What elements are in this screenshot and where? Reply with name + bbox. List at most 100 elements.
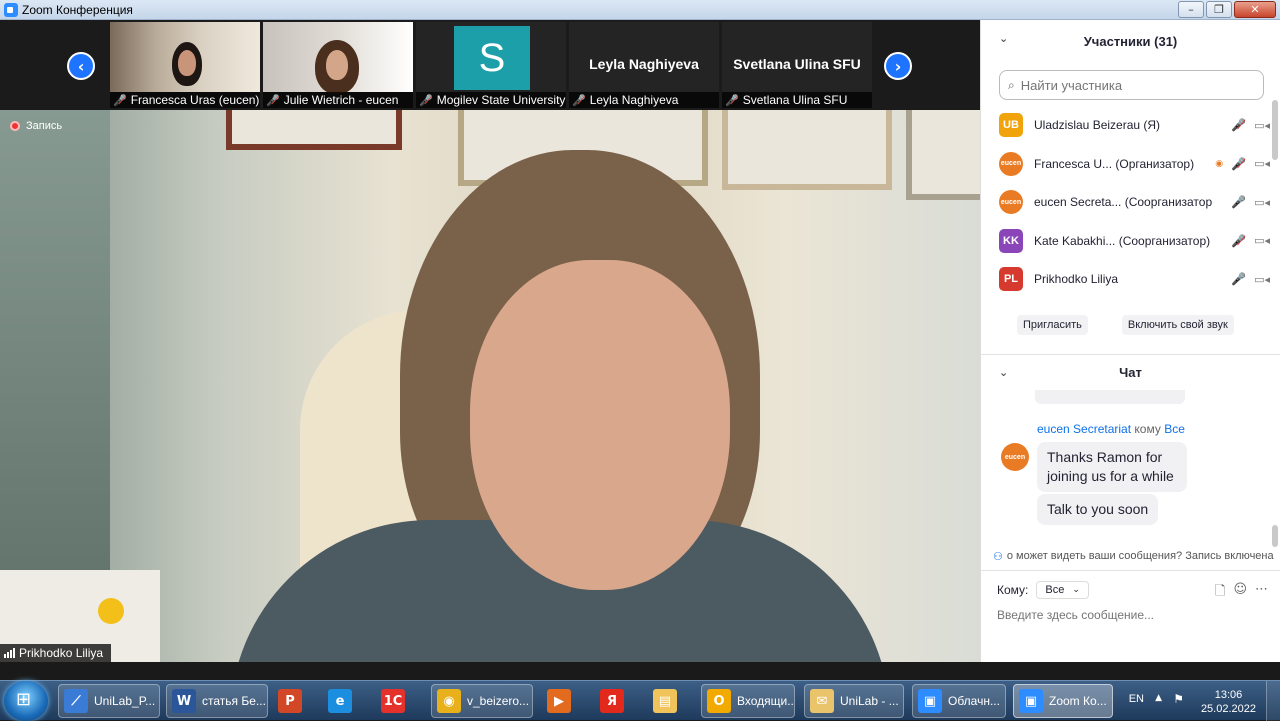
mic-icon[interactable]: 🎤 — [1231, 195, 1246, 209]
taskbar-cloud-button[interactable]: ▣ Облачн... — [912, 684, 1006, 718]
background-frame — [906, 110, 980, 200]
tray-expand-icon[interactable]: ▲ — [1155, 693, 1162, 703]
participant-actions: Пригласить Включить свой звук — [1017, 315, 1234, 335]
start-button[interactable] — [4, 681, 48, 721]
emoji-icon[interactable]: ☺ — [1233, 582, 1247, 604]
video-thumb-francesca[interactable]: 🎤̸ Francesca Uras (eucen) — [110, 22, 260, 108]
thumb-label: 🎤̸ Julie Wietrich - eucen — [263, 92, 413, 108]
video-off-icon[interactable]: ▭◂ — [1254, 196, 1270, 209]
mic-icon[interactable]: 🎤 — [1231, 272, 1246, 286]
people-icon: ⚇ — [993, 550, 1003, 563]
participants-header: ⌄ Участники (31) — [981, 20, 1280, 62]
chrome-icon: ◉ — [437, 689, 461, 713]
participant-search[interactable]: ⌕ — [999, 70, 1264, 100]
window-titlebar[interactable]: Zoom Конференция – ❐ ✕ — [0, 0, 1280, 20]
taskbar-mail-button[interactable]: ✉ UniLab - ... — [804, 684, 904, 718]
gallery-prev-button[interactable]: ‹ — [67, 52, 95, 80]
taskbar-word-button[interactable]: Wстатья Бе... — [166, 684, 268, 718]
video-off-icon[interactable]: ▭◂ — [1254, 234, 1270, 247]
file-icon[interactable]: 🗋 — [1215, 582, 1225, 604]
participant-row[interactable]: eucen Francesca U... (Организатор) ◉ 🎤̸ ▭◂ — [981, 145, 1280, 184]
video-off-icon[interactable]: ▭◂ — [1254, 119, 1270, 132]
participant-row[interactable]: UB Uladzislau Beizerau (Я) 🎤̸ ▭◂ — [981, 106, 1280, 145]
chat-message-bubble: Thanks Ramon for joining us for a while — [1037, 442, 1187, 492]
taskbar-label: статья Бе... — [202, 694, 266, 708]
video-off-icon[interactable]: ▭◂ — [1254, 157, 1270, 170]
mic-muted-icon[interactable]: 🎤̸ — [1231, 118, 1246, 132]
chevron-down-icon[interactable]: ⌄ — [999, 366, 1008, 379]
taskbar-powerpoint-button[interactable]: P — [273, 684, 317, 718]
language-indicator[interactable]: EN — [1129, 693, 1144, 705]
taskbar-yandex-button[interactable]: Я — [595, 684, 639, 718]
video-thumb-mogilev[interactable]: S 🎤̸ Mogilev State University — [416, 22, 566, 108]
word-icon: W — [172, 689, 196, 713]
taskbar-explorer-button[interactable]: ▤ — [648, 684, 692, 718]
video-thumb-julie[interactable]: 🎤̸ Julie Wietrich - eucen — [263, 22, 413, 108]
invite-button[interactable]: Пригласить — [1017, 315, 1088, 335]
participant-row[interactable]: eucen eucen Secreta... (Соорганизатор) 🎤… — [981, 183, 1280, 222]
taskbar-label: Облачн... — [948, 694, 1000, 708]
zoom-app-icon — [4, 2, 18, 17]
participant-name: Uladzislau Beizerau (Я) — [1034, 118, 1161, 133]
taskbar-ie-button[interactable]: e — [323, 684, 367, 718]
speaker-name: Prikhodko Liliya — [19, 646, 104, 660]
video-thumb-leyla[interactable]: Leyla Naghiyeva 🎤̸ Leyla Naghiyeva — [569, 22, 719, 108]
taskbar-outlook-button[interactable]: O Входящи... — [701, 684, 795, 718]
unilab-p-icon: ⟋ — [64, 689, 88, 713]
clock-date: 25.02.2022 — [1200, 703, 1256, 715]
mic-muted-icon: 🎤̸ — [266, 93, 280, 107]
taskbar-label: UniLab_P... — [94, 694, 156, 708]
chat-scrollbar[interactable] — [1272, 525, 1278, 547]
clock[interactable]: 13:06 25.02.2022 — [1201, 688, 1256, 716]
message-meta: eucen Secretariat кому Все — [1037, 422, 1185, 436]
taskbar-media-player-button[interactable]: ▶ — [542, 684, 586, 718]
thumb-label: 🎤̸ Francesca Uras (eucen) — [110, 92, 260, 108]
participant-face — [326, 50, 348, 80]
avatar: UB — [999, 113, 1023, 138]
1c-icon: 1С — [381, 689, 405, 713]
chat-message-bubble: Talk to you soon — [1037, 494, 1159, 525]
participants-scrollbar[interactable] — [1272, 100, 1278, 160]
message-sender[interactable]: eucen Secretariat — [1037, 422, 1131, 436]
minimize-button[interactable]: – — [1178, 1, 1204, 18]
thumb-name: Svetlana Ulina SFU — [742, 93, 848, 107]
explorer-icon: ▤ — [653, 689, 677, 713]
side-panel: ⌄ Участники (31) ⌕ UB Uladzislau Beizera… — [980, 20, 1280, 662]
close-button[interactable]: ✕ — [1234, 1, 1276, 18]
more-icon[interactable]: ⋯ — [1255, 582, 1268, 604]
participant-name: Francesca U... (Организатор) — [1034, 156, 1195, 171]
participant-row[interactable]: KK Kate Kabakhi... (Соорганизатор) 🎤̸ ▭◂ — [981, 222, 1280, 261]
chat-tools: 🗋 ☺ ⋯ — [1215, 582, 1268, 604]
panel-divider — [981, 570, 1280, 571]
mic-muted-icon: 🎤̸ — [725, 93, 739, 107]
chat-message-input[interactable] — [997, 608, 1257, 622]
show-desktop-button[interactable] — [1266, 681, 1280, 721]
message-to-word: кому — [1134, 422, 1161, 436]
taskbar-unilab-p-button[interactable]: ⟋ UniLab_P... — [58, 684, 160, 718]
participant-display-name: Svetlana Ulina SFU — [733, 56, 861, 72]
chat-header: ⌄ Чат — [981, 354, 1280, 390]
avatar: PL — [999, 267, 1023, 292]
thumb-label: 🎤̸ Svetlana Ulina SFU — [722, 92, 872, 108]
taskbar-zoom-button[interactable]: ▣ Zoom Ко... — [1013, 684, 1113, 718]
mic-muted-icon[interactable]: 🎤̸ — [1231, 157, 1246, 171]
video-off-icon[interactable]: ▭◂ — [1254, 273, 1270, 286]
taskbar-chrome-button[interactable]: ◉ v_beizero... — [431, 684, 533, 718]
search-input[interactable] — [1020, 77, 1241, 93]
taskbar-1c-button[interactable]: 1С — [376, 684, 420, 718]
message-recipient: Все — [1164, 422, 1185, 436]
video-thumb-svetlana[interactable]: Svetlana Ulina SFU 🎤̸ Svetlana Ulina SFU — [722, 22, 872, 108]
participant-face — [178, 50, 196, 76]
maximize-button[interactable]: ❐ — [1206, 1, 1232, 18]
chat-privacy-note[interactable]: ⚇ о может видеть ваши сообщения? Запись … — [993, 550, 1275, 563]
active-speaker-video[interactable] — [0, 110, 980, 662]
recording-indicator[interactable]: Запись — [10, 120, 62, 132]
background-frame — [722, 110, 892, 190]
participant-row[interactable]: PL Prikhodko Liliya 🎤 ▭◂ — [981, 260, 1280, 299]
recipient-select[interactable]: Все ⌄ — [1036, 581, 1089, 599]
chevron-down-icon[interactable]: ⌄ — [999, 32, 1008, 45]
gallery-next-button[interactable]: › — [884, 52, 912, 80]
action-center-icon[interactable]: ⚑ — [1173, 692, 1184, 706]
mic-muted-icon[interactable]: 🎤̸ — [1231, 234, 1246, 248]
unmute-self-button[interactable]: Включить свой звук — [1121, 315, 1234, 335]
